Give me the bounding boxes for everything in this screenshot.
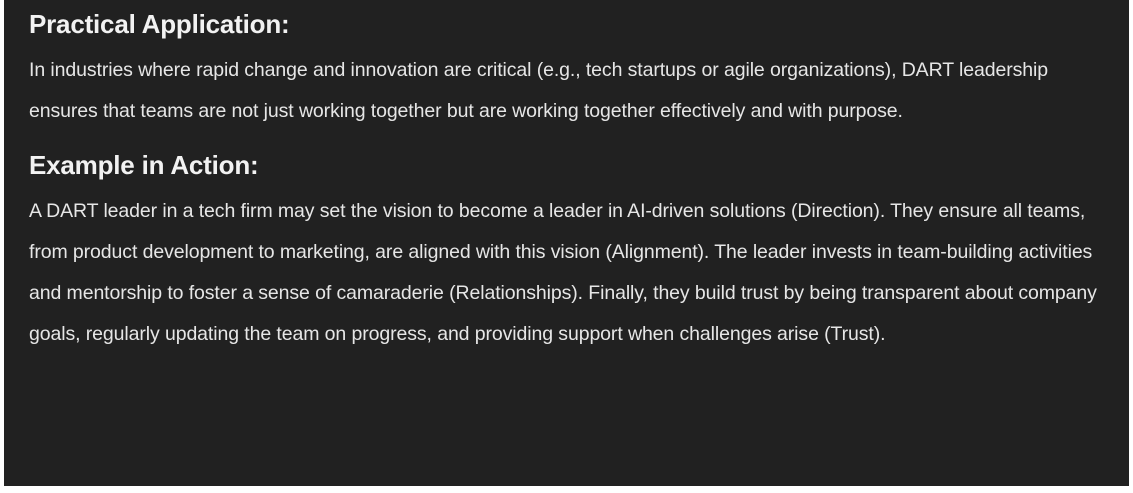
response-panel: Practical Application: In industries whe… bbox=[4, 0, 1129, 486]
section-heading-practical-application: Practical Application: bbox=[29, 9, 290, 39]
section-heading-example-in-action: Example in Action: bbox=[29, 150, 259, 180]
section-paragraph-example-in-action: A DART leader in a tech firm may set the… bbox=[29, 200, 1097, 345]
section-paragraph-practical-application: In industries where rapid change and inn… bbox=[29, 59, 1048, 122]
